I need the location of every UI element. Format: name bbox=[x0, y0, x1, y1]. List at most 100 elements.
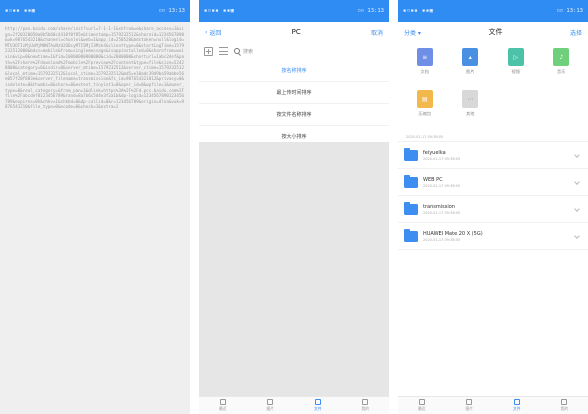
status-icons: ▪▫▪▪ ▪▪▣ bbox=[5, 8, 36, 14]
page-title: PC bbox=[291, 28, 301, 36]
category-images[interactable]: ▴ 图片 bbox=[448, 48, 494, 90]
nav-label: 我的 bbox=[361, 406, 370, 411]
sort-option-by-upload-time[interactable]: 最上传时间排序 bbox=[199, 82, 389, 104]
nav-label: 文件 bbox=[512, 406, 521, 411]
status-bar: ▪▫▪▪ ▪▪▣ ▫▫ 13:13 bbox=[0, 0, 190, 22]
search-bar[interactable]: 搜索 bbox=[234, 46, 384, 57]
phone-browser-url: ▪▫▪▪ ▪▪▣ ▫▫ 13:13 http://pan.baidu.com/s… bbox=[0, 0, 190, 414]
nav-label: 我的 bbox=[560, 406, 569, 411]
category-archives[interactable]: ▤ 压缩包 bbox=[402, 90, 448, 132]
more-icon: ⋯ bbox=[462, 90, 479, 108]
add-folder-icon[interactable] bbox=[204, 46, 213, 56]
folder-icon bbox=[404, 147, 418, 161]
nav-recent[interactable]: 最近 bbox=[219, 399, 227, 412]
folder-icon bbox=[404, 174, 418, 188]
url-text[interactable]: http://pan.baidu.com/share/init?surl=7-1… bbox=[0, 22, 190, 114]
sort-menu: 按名称排序 最上传时间排序 按文件名称排序 按大小排序 bbox=[199, 60, 389, 148]
nav-label: 图片 bbox=[465, 406, 474, 411]
folder-date: 2020-01-17 09:38:05 bbox=[423, 210, 461, 215]
chevron-down-icon[interactable] bbox=[574, 233, 580, 239]
folder-name: feiyuelka bbox=[423, 149, 446, 156]
navigation-bar: ‹ 返回 PC 取消 bbox=[199, 22, 389, 42]
folder-row[interactable]: feiyuelka 2020-01-17 09:38:05 bbox=[398, 142, 588, 169]
status-icons: ▪▫▪▪ ▪▪▣ bbox=[204, 8, 235, 14]
dimmed-overlay[interactable] bbox=[199, 142, 389, 396]
navigation-bar: 分类 ▾ 文件 选择 bbox=[398, 22, 588, 42]
category-other[interactable]: ⋯ 其他 bbox=[448, 90, 494, 132]
image-icon: ▴ bbox=[462, 48, 479, 66]
category-label: 视频 bbox=[511, 69, 520, 74]
video-icon: ▷ bbox=[507, 48, 524, 66]
page-title: 文件 bbox=[488, 28, 503, 36]
category-videos[interactable]: ▷ 视频 bbox=[493, 48, 539, 90]
chevron-down-icon[interactable] bbox=[574, 206, 580, 212]
clock-icon bbox=[219, 399, 226, 405]
back-button[interactable]: ‹ 返回 bbox=[205, 28, 221, 37]
bottom-nav: 最近 图片 文件 我的 bbox=[398, 396, 588, 414]
user-icon bbox=[362, 399, 369, 405]
nav-label: 最近 bbox=[417, 406, 426, 411]
doc-icon: ≡ bbox=[416, 48, 433, 66]
folder-date: 2020-01-17 09:38:05 bbox=[423, 237, 461, 242]
folder-date: 2020-01-17 09:38:05 bbox=[423, 183, 461, 188]
folder-icon bbox=[404, 201, 418, 215]
search-placeholder: 搜索 bbox=[243, 48, 254, 55]
folder-name: HUAWEI Mate 20 X (5G) bbox=[423, 230, 483, 237]
status-time: ▫▫ 13:13 bbox=[158, 8, 186, 14]
folder-name: transmission bbox=[423, 203, 455, 210]
chevron-down-icon[interactable] bbox=[574, 152, 580, 158]
toolbar: 搜索 bbox=[199, 42, 389, 60]
folder-icon bbox=[404, 228, 418, 242]
nav-label: 图片 bbox=[266, 406, 275, 411]
folder-icon bbox=[513, 399, 520, 405]
search-icon bbox=[234, 48, 240, 54]
bottom-nav: 最近 图片 文件 我的 bbox=[199, 396, 389, 414]
nav-me[interactable]: 我的 bbox=[560, 399, 568, 412]
category-label: 文档 bbox=[420, 69, 429, 74]
category-dropdown[interactable]: 分类 ▾ bbox=[404, 28, 421, 37]
category-music[interactable]: ♪ 音乐 bbox=[539, 48, 585, 90]
folder-row[interactable]: WEB PC 2020-01-17 09:38:05 bbox=[398, 169, 588, 196]
nav-photos[interactable]: 图片 bbox=[465, 399, 473, 412]
folder-row[interactable]: transmission 2020-01-17 09:38:05 bbox=[398, 196, 588, 223]
folder-name: WEB PC bbox=[423, 176, 443, 183]
select-button[interactable]: 选择 bbox=[570, 28, 582, 37]
nav-photos[interactable]: 图片 bbox=[266, 399, 274, 412]
clock-icon bbox=[418, 399, 425, 405]
partial-list-item: 2020-01-17 09:38:05 bbox=[398, 132, 588, 142]
user-icon bbox=[561, 399, 568, 405]
music-icon: ♪ bbox=[553, 48, 570, 66]
nav-files[interactable]: 文件 bbox=[513, 399, 521, 412]
folder-row[interactable]: HUAWEI Mate 20 X (5G) 2020-01-17 09:38:05 bbox=[398, 223, 588, 250]
nav-label: 文件 bbox=[313, 406, 322, 411]
sort-option-by-filename[interactable]: 按文件名称排序 bbox=[199, 104, 389, 126]
category-label: 音乐 bbox=[557, 69, 566, 74]
cancel-button[interactable]: 取消 bbox=[371, 28, 383, 37]
sort-option-by-name[interactable]: 按名称排序 bbox=[199, 60, 389, 82]
phone-pc-folder: ▪▫▪▪ ▪▪▣ ▫▫ 13:13 ‹ 返回 PC 取消 搜索 按名称排序 最上… bbox=[199, 0, 389, 414]
chevron-left-icon: ‹ bbox=[205, 28, 208, 36]
chevron-down-icon[interactable] bbox=[574, 179, 580, 185]
back-label: 返回 bbox=[209, 29, 222, 37]
nav-me[interactable]: 我的 bbox=[361, 399, 369, 412]
category-label: 其他 bbox=[466, 111, 475, 116]
list-view-icon[interactable] bbox=[219, 47, 228, 55]
status-bar: ▪▫▪▪ ▪▪▣ ▫▫ 13:13 bbox=[398, 0, 588, 22]
nav-files[interactable]: 文件 bbox=[314, 399, 322, 412]
status-bar: ▪▫▪▪ ▪▪▣ ▫▫ 13:13 bbox=[199, 0, 389, 22]
image-icon bbox=[267, 399, 274, 405]
phone-files: ▪▫▪▪ ▪▪▣ ▫▫ 13:13 分类 ▾ 文件 选择 ≡ 文档 ▴ 图片 ▷… bbox=[398, 0, 588, 414]
image-icon bbox=[466, 399, 473, 405]
category-label: 图片 bbox=[466, 69, 475, 74]
nav-recent[interactable]: 最近 bbox=[418, 399, 426, 412]
archive-icon: ▤ bbox=[416, 90, 433, 108]
item-date: 2020-01-17 09:38:05 bbox=[406, 134, 444, 139]
status-time: ▫▫ 13:13 bbox=[556, 8, 584, 14]
category-grid: ≡ 文档 ▴ 图片 ▷ 视频 ♪ 音乐 ▤ 压缩包 ⋯ 其他 bbox=[398, 42, 588, 132]
category-docs[interactable]: ≡ 文档 bbox=[402, 48, 448, 90]
url-text-area[interactable]: http://pan.baidu.com/share/init?surl=7-1… bbox=[0, 22, 190, 414]
folder-date: 2020-01-17 09:38:05 bbox=[423, 156, 461, 161]
category-label: 压缩包 bbox=[418, 111, 432, 116]
screenshot-stage: ▪▫▪▪ ▪▪▣ ▫▫ 13:13 http://pan.baidu.com/s… bbox=[0, 0, 588, 414]
folder-icon bbox=[314, 399, 321, 405]
